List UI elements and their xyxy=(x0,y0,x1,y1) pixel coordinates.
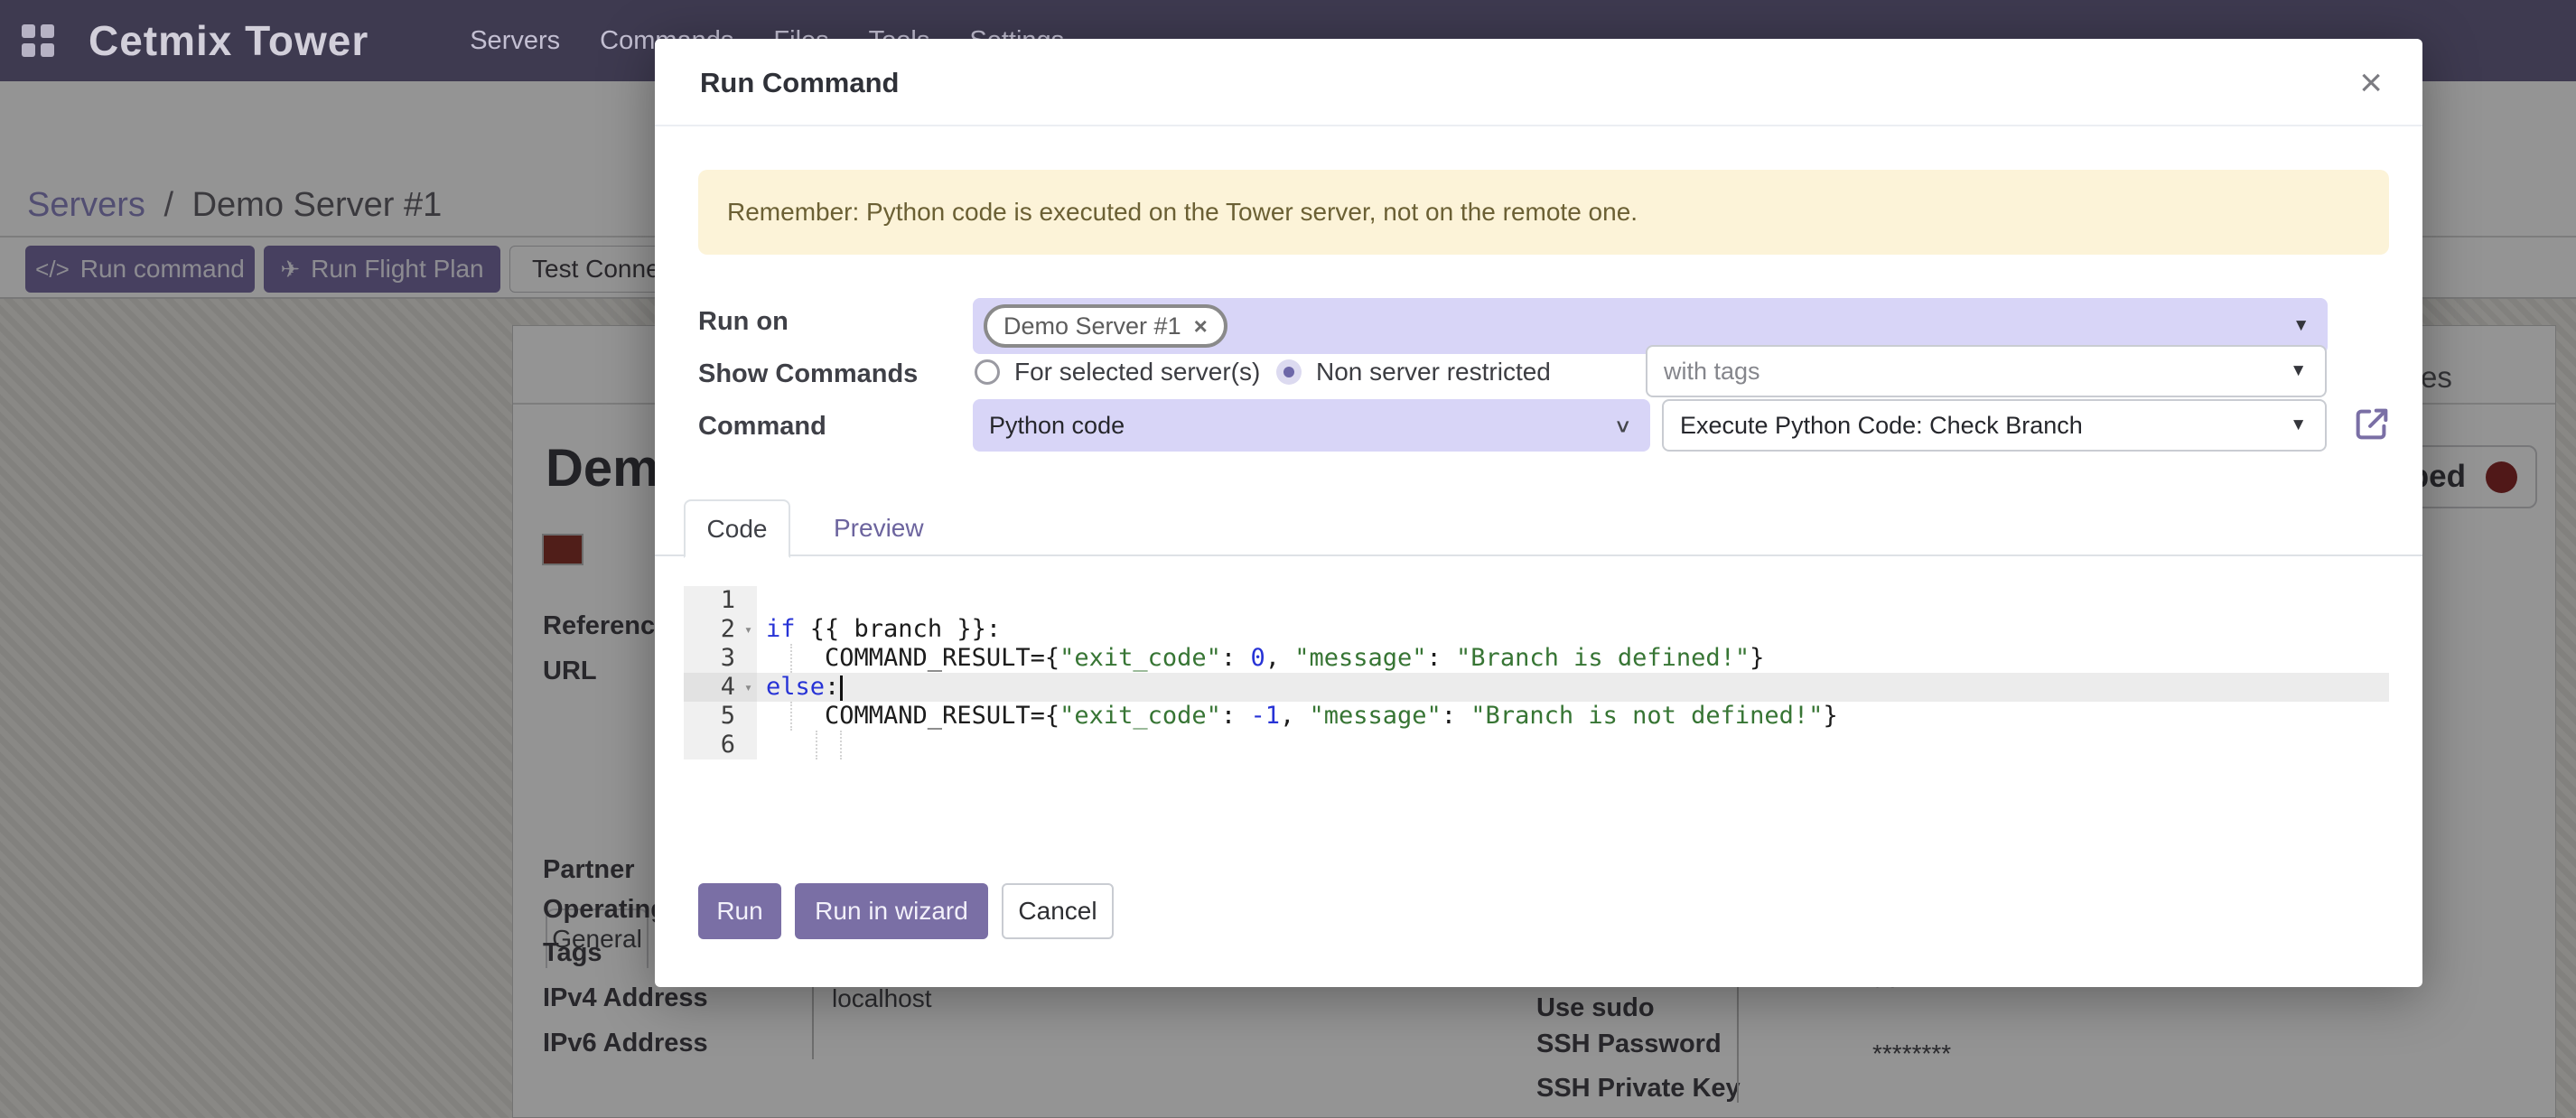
external-link-icon[interactable] xyxy=(2351,403,2393,444)
modal-title: Run Command xyxy=(700,39,899,126)
modal-header: Run Command × xyxy=(655,39,2422,126)
caret-down-icon: ▼ xyxy=(2290,415,2307,435)
tab-preview[interactable]: Preview xyxy=(819,499,938,556)
line-number: 2 ▾ xyxy=(684,615,757,644)
warning-alert: Remember: Python code is executed on the… xyxy=(698,170,2389,255)
run-button[interactable]: Run xyxy=(698,883,781,939)
line-number: 5 xyxy=(684,702,757,731)
apps-grid-icon[interactable] xyxy=(22,24,54,57)
caret-down-icon: ▼ xyxy=(2290,361,2307,381)
line-number: 3 xyxy=(684,644,757,673)
tab-code[interactable]: Code xyxy=(684,499,790,558)
line-number: 4 ▾ xyxy=(684,673,757,702)
tag-remove-icon[interactable]: × xyxy=(1194,312,1208,340)
line-number: 6 xyxy=(684,731,757,759)
show-commands-label: Show Commands xyxy=(698,359,918,389)
command-label: Command xyxy=(698,412,826,442)
with-tags-select[interactable]: with tags ▼ xyxy=(1646,345,2327,397)
editor-active-line: 4 ▾ else: xyxy=(684,673,2389,702)
editor-line: 1 xyxy=(684,586,2389,615)
run-on-label: Run on xyxy=(698,307,789,337)
brand-logo[interactable]: Cetmix Tower xyxy=(89,16,369,65)
editor-line: 6 xyxy=(684,731,2389,759)
radio-off-icon[interactable] xyxy=(975,359,1000,385)
radio-non-restricted[interactable]: Non server restricted xyxy=(1276,358,1551,387)
editor-line: 2 ▾ if {{ branch }}: xyxy=(684,615,2389,644)
code-editor[interactable]: 1 2 ▾ if {{ branch }}: 3 COMMAND_RESULT=… xyxy=(684,586,2389,759)
chevron-down-icon: ∨ xyxy=(1614,415,1633,437)
menu-item-servers[interactable]: Servers xyxy=(470,26,560,56)
server-tag: Demo Server #1 × xyxy=(984,304,1227,348)
caret-down-icon: ▼ xyxy=(2292,316,2310,336)
editor-line: 5 COMMAND_RESULT={"exit_code": -1, "mess… xyxy=(684,702,2389,731)
command-type-select[interactable]: Python code ∨ xyxy=(973,399,1650,452)
command-select[interactable]: Execute Python Code: Check Branch ▼ xyxy=(1662,399,2327,452)
modal-body: Remember: Python code is executed on the… xyxy=(655,126,2422,987)
fold-caret-icon[interactable]: ▾ xyxy=(744,673,752,702)
text-cursor xyxy=(840,675,843,701)
radio-on-icon[interactable] xyxy=(1276,359,1302,385)
cancel-button[interactable]: Cancel xyxy=(1002,883,1114,939)
line-number: 1 xyxy=(684,586,757,615)
radio-selected-servers[interactable]: For selected server(s) xyxy=(975,358,1260,387)
run-command-modal: Run Command × Remember: Python code is e… xyxy=(655,39,2422,987)
notebook-tabs: Code Preview xyxy=(655,499,2422,556)
fold-caret-icon[interactable]: ▾ xyxy=(744,615,752,644)
close-icon[interactable]: × xyxy=(2359,39,2383,126)
run-in-wizard-button[interactable]: Run in wizard xyxy=(795,883,988,939)
editor-line: 3 COMMAND_RESULT={"exit_code": 0, "messa… xyxy=(684,644,2389,673)
